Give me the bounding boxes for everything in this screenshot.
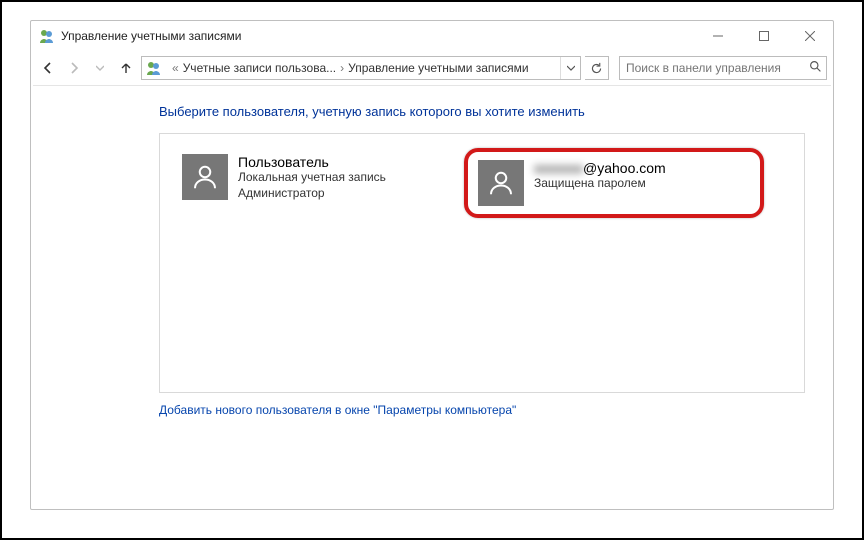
page-heading: Выберите пользователя, учетную запись ко…	[159, 104, 805, 119]
address-bar[interactable]: « Учетные записи пользова... › Управлени…	[141, 56, 581, 80]
users-icon	[39, 28, 55, 44]
address-dropdown-button[interactable]	[560, 57, 580, 79]
nav-forward-button[interactable]	[63, 57, 85, 79]
users-small-icon	[146, 60, 162, 76]
refresh-button[interactable]	[585, 56, 609, 80]
account-item-local[interactable]: Пользователь Локальная учетная запись Ад…	[176, 148, 456, 207]
nav-up-button[interactable]	[115, 57, 137, 79]
search-icon[interactable]	[804, 60, 826, 76]
avatar-icon	[478, 160, 524, 206]
add-user-link[interactable]: Добавить нового пользователя в окне "Пар…	[159, 403, 805, 417]
account-email-domain: @yahoo.com	[583, 160, 666, 176]
breadcrumb-prefix: «	[172, 61, 179, 75]
account-email-local: xxxxxxx	[534, 160, 583, 176]
account-type: Локальная учетная запись	[238, 170, 386, 186]
search-input[interactable]	[620, 60, 804, 76]
account-name: xxxxxxx@yahoo.com	[534, 160, 666, 176]
content-area: Выберите пользователя, учетную запись ко…	[31, 86, 833, 509]
account-role: Администратор	[238, 186, 386, 202]
close-button[interactable]	[787, 21, 833, 51]
breadcrumb-2[interactable]: Управление учетными записями	[348, 61, 528, 75]
account-status: Защищена паролем	[534, 176, 666, 192]
recent-locations-button[interactable]	[89, 57, 111, 79]
window-title: Управление учетными записями	[61, 29, 241, 43]
control-panel-window: Управление учетными записями «	[30, 20, 834, 510]
nav-back-button[interactable]	[37, 57, 59, 79]
chevron-right-icon: ›	[340, 61, 344, 75]
nav-row: « Учетные записи пользова... › Управлени…	[31, 51, 833, 85]
breadcrumb-1[interactable]: Учетные записи пользова...	[183, 61, 336, 75]
account-item-microsoft[interactable]: xxxxxxx@yahoo.com Защищена паролем	[464, 148, 764, 218]
maximize-button[interactable]	[741, 21, 787, 51]
minimize-button[interactable]	[695, 21, 741, 51]
avatar-icon	[182, 154, 228, 200]
accounts-panel: Пользователь Локальная учетная запись Ад…	[159, 133, 805, 393]
search-box[interactable]	[619, 56, 827, 80]
titlebar: Управление учетными записями	[31, 21, 833, 51]
account-name: Пользователь	[238, 154, 386, 170]
